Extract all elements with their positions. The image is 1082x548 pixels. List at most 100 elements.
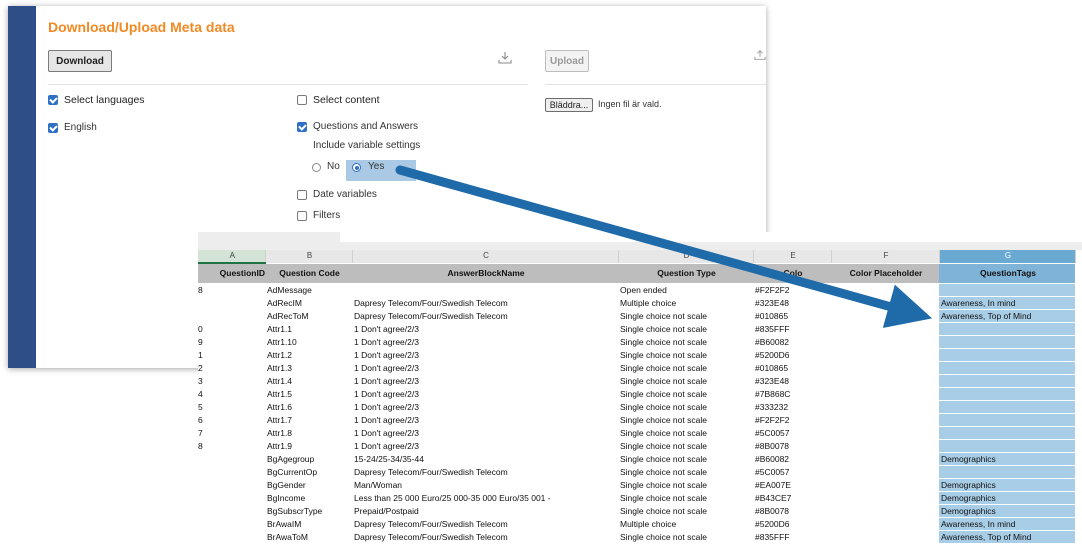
column-header[interactable]: Question Type [618, 263, 753, 284]
table-cell[interactable]: #835FFF [753, 322, 831, 336]
table-cell[interactable]: Attr1.4 [265, 374, 352, 388]
select-content-checkbox[interactable] [297, 95, 307, 105]
table-cell[interactable]: #5200D6 [753, 348, 831, 362]
column-letter[interactable]: E [753, 250, 832, 264]
table-cell[interactable]: Multiple choice [618, 517, 753, 531]
table-cell[interactable] [831, 491, 939, 505]
table-cell[interactable]: Demographics [939, 452, 1075, 466]
english-checkbox[interactable] [48, 123, 58, 133]
date-variables-checkbox[interactable] [297, 190, 307, 200]
table-cell[interactable]: Single choice not scale [618, 348, 753, 362]
table-cell[interactable] [831, 465, 939, 479]
questions-answers-checkbox[interactable] [297, 122, 307, 132]
column-letter[interactable]: G [939, 250, 1076, 264]
table-cell[interactable]: #323E48 [753, 374, 831, 388]
table-cell[interactable]: 6 [198, 413, 265, 427]
table-cell[interactable]: Single choice not scale [618, 530, 753, 544]
table-cell[interactable]: 1 Don't agree/2/3 [352, 348, 618, 362]
table-cell[interactable]: 2 [198, 361, 265, 375]
table-cell[interactable]: AdRecToM [265, 309, 352, 323]
table-cell[interactable] [198, 465, 265, 479]
table-cell[interactable]: #323E48 [753, 296, 831, 310]
table-cell[interactable]: Single choice not scale [618, 426, 753, 440]
table-cell[interactable] [831, 374, 939, 388]
table-cell[interactable]: Attr1.3 [265, 361, 352, 375]
table-cell[interactable]: Attr1.8 [265, 426, 352, 440]
table-cell[interactable] [831, 400, 939, 414]
table-cell[interactable]: Attr1.1 [265, 322, 352, 336]
table-cell[interactable]: Attr1.9 [265, 439, 352, 453]
table-cell[interactable]: Demographics [939, 504, 1075, 518]
table-cell[interactable] [831, 530, 939, 544]
table-cell[interactable] [831, 517, 939, 531]
table-cell[interactable]: BgCurrentOp [265, 465, 352, 479]
table-cell[interactable]: 1 Don't agree/2/3 [352, 361, 618, 375]
table-cell[interactable] [831, 452, 939, 466]
table-cell[interactable] [198, 296, 265, 310]
table-cell[interactable]: Awareness, Top of Mind [939, 309, 1075, 323]
table-cell[interactable] [198, 517, 265, 531]
table-cell[interactable] [939, 413, 1075, 427]
table-cell[interactable]: Attr1.5 [265, 387, 352, 401]
download-button[interactable]: Download [48, 50, 112, 72]
table-cell[interactable]: Single choice not scale [618, 478, 753, 492]
table-cell[interactable] [831, 283, 939, 297]
table-cell[interactable] [198, 491, 265, 505]
table-cell[interactable]: #5C0057 [753, 426, 831, 440]
table-cell[interactable] [939, 322, 1075, 336]
column-header[interactable]: QuestionTags [939, 263, 1075, 284]
table-cell[interactable]: AdRecIM [265, 296, 352, 310]
table-cell[interactable]: Awareness, Top of Mind [939, 530, 1075, 544]
table-cell[interactable]: 1 Don't agree/2/3 [352, 413, 618, 427]
table-cell[interactable]: 3 [198, 374, 265, 388]
table-cell[interactable]: Awareness, In mind [939, 517, 1075, 531]
table-cell[interactable] [831, 478, 939, 492]
table-cell[interactable]: 0 [198, 322, 265, 336]
table-cell[interactable]: #B60082 [753, 335, 831, 349]
table-cell[interactable]: #5C0057 [753, 465, 831, 479]
column-letter[interactable]: B [265, 250, 353, 264]
table-cell[interactable]: 1 Don't agree/2/3 [352, 439, 618, 453]
table-cell[interactable]: 1 Don't agree/2/3 [352, 335, 618, 349]
table-cell[interactable]: Attr1.10 [265, 335, 352, 349]
table-cell[interactable]: Single choice not scale [618, 452, 753, 466]
table-cell[interactable]: Single choice not scale [618, 439, 753, 453]
table-cell[interactable]: 5 [198, 400, 265, 414]
table-cell[interactable]: Dapresy Telecom/Four/Swedish Telecom [352, 309, 618, 323]
table-cell[interactable]: Multiple choice [618, 296, 753, 310]
table-cell[interactable] [831, 348, 939, 362]
table-cell[interactable] [939, 439, 1075, 453]
table-cell[interactable]: Single choice not scale [618, 387, 753, 401]
table-cell[interactable]: BgIncome [265, 491, 352, 505]
table-cell[interactable]: Open ended [618, 283, 753, 297]
table-cell[interactable]: 1 [198, 348, 265, 362]
table-cell[interactable]: Dapresy Telecom/Four/Swedish Telecom [352, 465, 618, 479]
table-cell[interactable]: 1 Don't agree/2/3 [352, 322, 618, 336]
table-cell[interactable]: Single choice not scale [618, 322, 753, 336]
table-cell[interactable]: Attr1.2 [265, 348, 352, 362]
table-cell[interactable] [831, 413, 939, 427]
table-cell[interactable]: BrAwaToM [265, 530, 352, 544]
table-cell[interactable]: Prepaid/Postpaid [352, 504, 618, 518]
column-letter[interactable]: F [831, 250, 940, 264]
table-cell[interactable]: #010865 [753, 361, 831, 375]
table-cell[interactable]: 1 Don't agree/2/3 [352, 374, 618, 388]
table-cell[interactable] [939, 361, 1075, 375]
table-cell[interactable] [831, 504, 939, 518]
upload-button[interactable]: Upload [545, 50, 589, 72]
radio-no[interactable] [312, 163, 321, 172]
table-cell[interactable]: Awareness, In mind [939, 296, 1075, 310]
table-cell[interactable]: Man/Woman [352, 478, 618, 492]
table-cell[interactable]: #8B0078 [753, 439, 831, 453]
column-header[interactable]: Colo [753, 263, 831, 284]
table-cell[interactable] [352, 283, 618, 297]
table-cell[interactable]: Single choice not scale [618, 309, 753, 323]
upload-icon[interactable] [754, 48, 766, 66]
table-cell[interactable] [939, 387, 1075, 401]
table-cell[interactable] [198, 530, 265, 544]
table-cell[interactable]: Attr1.6 [265, 400, 352, 414]
column-header[interactable]: QuestionID [198, 263, 265, 284]
table-cell[interactable]: Single choice not scale [618, 400, 753, 414]
table-cell[interactable]: #F2F2F2 [753, 283, 831, 297]
table-cell[interactable] [831, 426, 939, 440]
